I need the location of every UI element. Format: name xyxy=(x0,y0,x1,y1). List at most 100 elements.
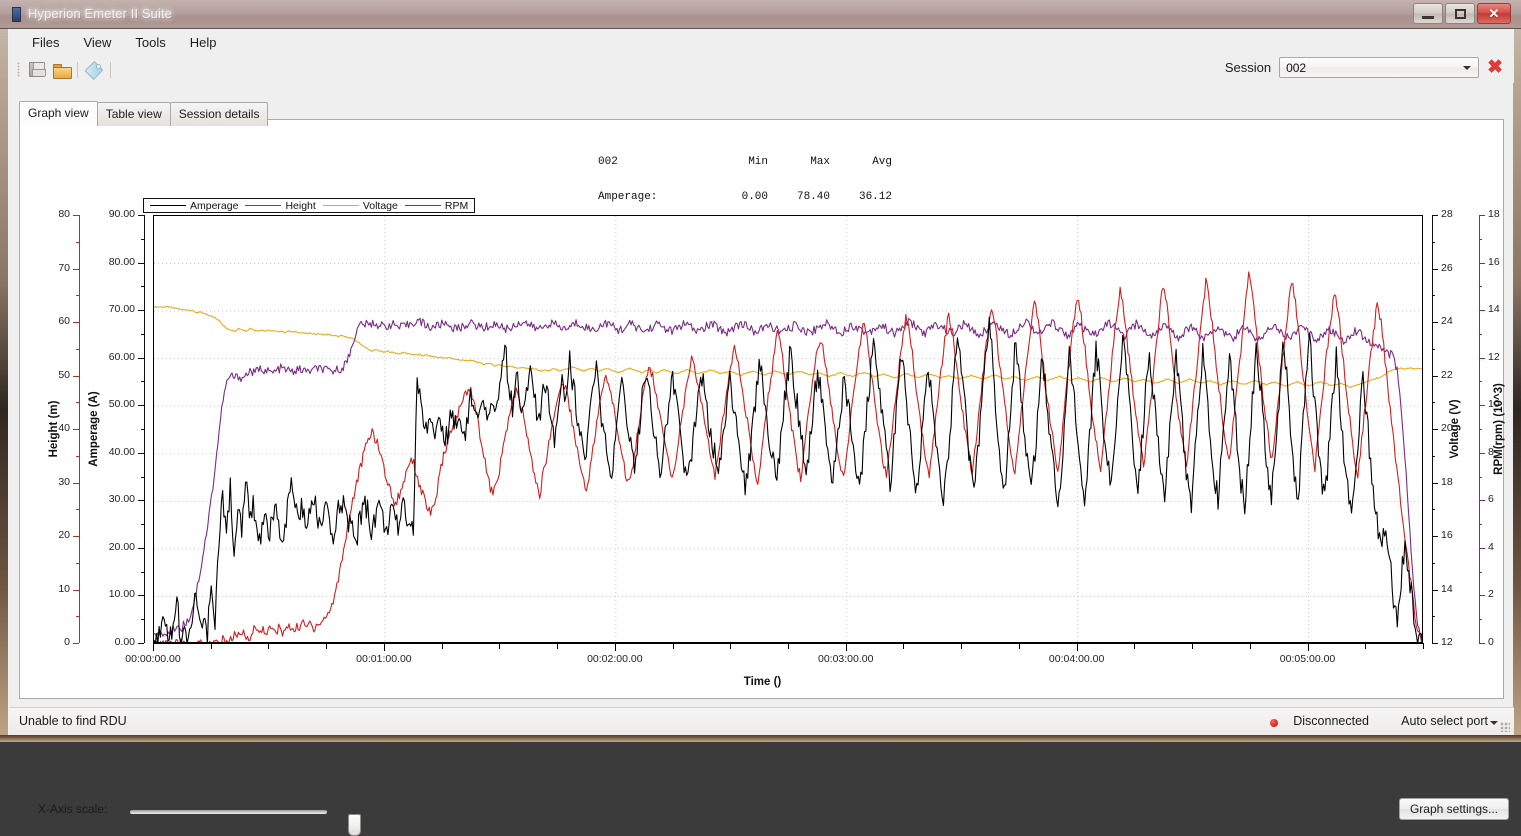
open-button[interactable] xyxy=(49,59,73,81)
client-area: Files View Tools Help Session 002 ✖ Grap… xyxy=(8,29,1514,836)
axis-minor-tick-height xyxy=(76,241,79,243)
axis-tick-label-amperage: 40.00 xyxy=(108,445,135,458)
chevron-down-icon xyxy=(1463,66,1472,70)
window-title: Hyperion Emeter II Suite xyxy=(28,6,173,21)
axis-minor-tick-voltage xyxy=(1432,562,1435,564)
axis-minor-tick-amperage xyxy=(141,619,144,621)
axis-tick-label-voltage: 14 xyxy=(1441,582,1453,595)
axis-tick-label-height: 50 xyxy=(58,368,70,381)
x-axis-tick xyxy=(1307,644,1309,651)
tag-icon xyxy=(86,62,102,77)
x-axis-tick xyxy=(1076,644,1078,651)
axis-tick-label-height: 30 xyxy=(58,475,70,488)
axis-tick-rpm xyxy=(1479,595,1485,597)
x-axis-tick-label: 00:05:00.00 xyxy=(1279,653,1336,665)
legend-label-voltage: Voltage xyxy=(362,199,398,212)
stats-amperage-min: 0.00 xyxy=(741,190,768,203)
x-axis-tick xyxy=(153,644,154,651)
save-button[interactable] xyxy=(25,59,49,81)
slider-thumb[interactable] xyxy=(348,814,361,836)
axis-tick-rpm xyxy=(1479,452,1485,454)
axis-tick-height xyxy=(73,268,79,270)
x-axis-scale-slider[interactable] xyxy=(130,810,361,836)
axis-minor-tick-rpm xyxy=(1479,286,1482,288)
x-axis-tick xyxy=(788,644,789,649)
axis-minor-tick-amperage xyxy=(141,238,144,240)
menu-item-help[interactable]: Help xyxy=(179,31,228,54)
tab-session-details[interactable]: Session details xyxy=(169,102,269,126)
connection-status-icon xyxy=(1270,719,1278,727)
axis-spine-amperage xyxy=(144,215,145,643)
axis-title-voltage: Voltage (V) xyxy=(1449,399,1461,459)
axis-minor-tick-rpm xyxy=(1479,476,1482,478)
chart-svg xyxy=(154,216,1422,642)
x-axis-tick-label: 00:04:00.00 xyxy=(1048,653,1105,665)
session-label: Session xyxy=(1224,60,1272,75)
axis-tick-label-amperage: 70.00 xyxy=(108,303,135,316)
menu-bar: Files View Tools Help xyxy=(9,29,1514,56)
menu-item-view[interactable]: View xyxy=(72,31,122,54)
toolbar-separator-2 xyxy=(110,61,111,78)
axis-tick-height xyxy=(73,482,79,484)
axis-minor-tick-amperage xyxy=(141,286,144,288)
session-dropdown[interactable]: 002 xyxy=(1279,57,1480,78)
axis-tick-voltage xyxy=(1432,589,1438,591)
delete-session-button[interactable]: ✖ xyxy=(1487,58,1503,77)
menu-item-files[interactable]: Files xyxy=(21,31,70,54)
x-axis-tick xyxy=(1192,644,1194,649)
port-selector[interactable]: Auto select port xyxy=(1401,714,1488,728)
axis-minor-tick-rpm xyxy=(1479,238,1482,240)
axis-tick-amperage xyxy=(138,643,144,644)
stats-row-amperage: Amperage: 0.00 78.40 36.12 xyxy=(598,190,892,204)
axis-minor-tick-voltage xyxy=(1432,348,1435,350)
x-axis-tick xyxy=(845,644,847,651)
axis-tick-height xyxy=(73,536,79,537)
axis-tick-label-amperage: 60.00 xyxy=(108,350,135,363)
axis-tick-rpm xyxy=(1479,643,1485,644)
x-axis-tick xyxy=(499,644,501,649)
toolbar-grip[interactable] xyxy=(17,62,20,77)
tab-graph-view[interactable]: Graph view xyxy=(19,101,98,126)
session-value: 002 xyxy=(1286,61,1307,75)
title-bar[interactable]: Hyperion Emeter II Suite ✕ xyxy=(0,0,1521,29)
axis-tick-rpm xyxy=(1479,310,1485,312)
axis-minor-tick-voltage xyxy=(1432,241,1435,243)
axis-tick-label-voltage: 18 xyxy=(1441,475,1453,488)
tag-button[interactable] xyxy=(82,59,106,81)
axis-tick-voltage xyxy=(1432,375,1438,377)
maximize-button[interactable] xyxy=(1445,3,1475,24)
close-button[interactable]: ✕ xyxy=(1477,3,1511,24)
resize-grip[interactable] xyxy=(1500,722,1510,732)
menu-item-tools[interactable]: Tools xyxy=(124,31,176,54)
stats-header-min: Min xyxy=(748,156,768,169)
axis-minor-tick-voltage xyxy=(1432,455,1435,457)
axis-tick-label-rpm: 2 xyxy=(1488,588,1494,601)
maximize-icon xyxy=(1446,4,1474,23)
axis-tick-rpm xyxy=(1479,547,1485,549)
open-folder-icon xyxy=(52,63,72,79)
axis-tick-label-rpm: 16 xyxy=(1488,255,1500,268)
chart-plot-area[interactable] xyxy=(153,215,1423,643)
graph-settings-button[interactable]: Graph settings... xyxy=(1398,798,1509,820)
stats-session-id: 002 xyxy=(598,156,618,169)
stats-amperage-avg: 36.12 xyxy=(858,190,892,203)
axis-minor-tick-amperage xyxy=(141,381,144,383)
axis-title-rpm: RPM(rpm) (10^3) xyxy=(1493,383,1505,475)
legend-swatch-height xyxy=(245,205,282,206)
axis-minor-tick-amperage xyxy=(141,429,144,430)
minimize-button[interactable] xyxy=(1413,3,1443,24)
axis-tick-label-rpm: 18 xyxy=(1488,208,1500,220)
axis-minor-tick-height xyxy=(76,295,79,297)
legend-entry-voltage: Voltage xyxy=(322,199,398,212)
axis-tick-rpm xyxy=(1479,405,1485,407)
connection-status-label: Disconnected xyxy=(1293,714,1369,728)
graph-panel: 002 Min Max Avg Amperage: 0.00 78.40 36.… xyxy=(19,119,1509,836)
axis-tick-height xyxy=(73,375,79,377)
legend-swatch-amperage xyxy=(150,205,186,206)
tab-table-view[interactable]: Table view xyxy=(96,102,171,126)
axis-minor-tick-amperage xyxy=(141,524,144,526)
axis-minor-tick-rpm xyxy=(1479,429,1482,430)
axis-tick-voltage xyxy=(1432,215,1438,216)
axis-minor-tick-amperage xyxy=(141,476,144,478)
axis-minor-tick-voltage xyxy=(1432,509,1435,511)
